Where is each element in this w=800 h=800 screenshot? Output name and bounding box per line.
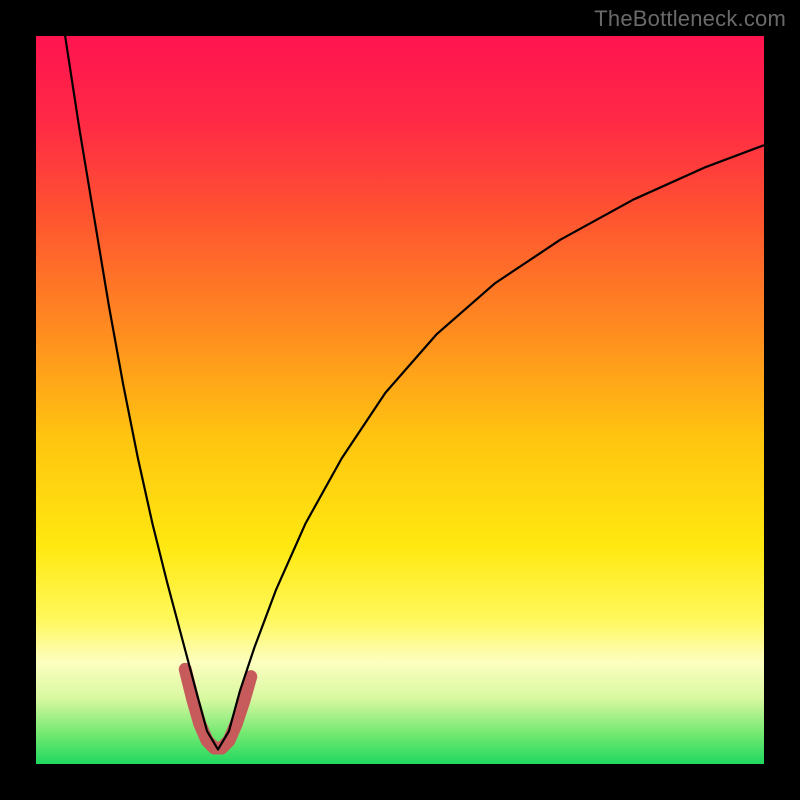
chart-frame: TheBottleneck.com: [0, 0, 800, 800]
watermark-text: TheBottleneck.com: [594, 6, 786, 32]
chart-canvas: [36, 36, 764, 764]
plot-area: [36, 36, 764, 764]
gradient-background: [36, 36, 764, 764]
